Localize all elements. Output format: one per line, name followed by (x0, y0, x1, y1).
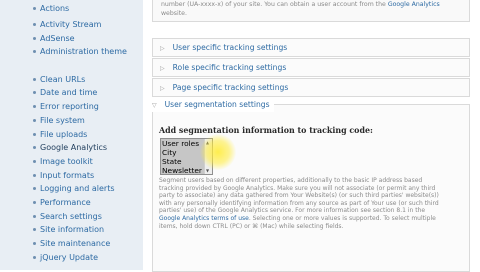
fieldset-legend: Page specific tracking settings (172, 83, 289, 92)
sidebar-item-site-maintenance[interactable]: Site maintenance (0, 237, 143, 251)
sidebar-item-input-formats[interactable]: Input formats (0, 169, 143, 183)
bullet-icon (33, 200, 36, 204)
sidebar-item-date-and-time[interactable]: Date and time (0, 86, 143, 100)
sidebar-item-file-uploads[interactable]: File uploads (0, 128, 143, 142)
bullet-icon (33, 255, 36, 259)
sidebar-item-label: Performance (40, 197, 91, 207)
sidebar-item-logging-and-alerts[interactable]: Logging and alerts (0, 182, 143, 196)
sidebar-item-label: Google Analytics (40, 143, 108, 153)
sidebar-item-label: Site information (40, 225, 105, 235)
google-analytics-link[interactable]: Google Analytics (388, 1, 440, 8)
sidebar-item-error-reporting[interactable]: Error reporting (0, 100, 143, 114)
segmentation-field-label: Add segmentation information to tracking… (159, 126, 373, 135)
admin-sidebar: Actions Activity Stream AdSense Administ… (0, 0, 143, 270)
bullet-icon (33, 242, 36, 246)
sidebar-item-label: File uploads (40, 129, 88, 139)
expanded-triangle-icon: ▽ (152, 102, 157, 109)
fieldset-legend: User specific tracking settings (172, 43, 288, 52)
collapsed-triangle-icon: ▷ (160, 65, 165, 72)
select-option-city[interactable]: City (161, 148, 205, 157)
sidebar-item-label: AdSense (40, 33, 75, 43)
sidebar-item-label: Error reporting (40, 102, 99, 112)
bullet-icon (33, 118, 36, 122)
sidebar-item-label: Actions (40, 4, 70, 13)
sidebar-item-actions[interactable]: Actions (0, 0, 143, 18)
bullet-icon (33, 91, 36, 95)
bullet-icon (33, 23, 36, 26)
sidebar-item-activity-stream[interactable]: Activity Stream (0, 18, 143, 32)
fieldset-user-specific-tracking[interactable]: ▷ User specific tracking settings (152, 38, 470, 57)
description-text: website. (161, 9, 187, 17)
collapsed-triangle-icon: ▷ (160, 85, 165, 92)
cursor-highlight (200, 134, 236, 170)
sidebar-item-label: File system (40, 115, 85, 125)
bullet-icon (33, 105, 36, 109)
fieldset-role-specific-tracking[interactable]: ▷ Role specific tracking settings (152, 58, 470, 77)
sidebar-item-label: Input formats (40, 170, 95, 180)
bullet-icon (33, 146, 36, 150)
sidebar-item-file-system[interactable]: File system (0, 114, 143, 128)
sidebar-item-label: jQuery Update (40, 252, 99, 262)
sidebar-item-google-analytics[interactable]: Google Analytics (0, 141, 143, 155)
account-number-description: number (UA-xxxx-x) of your site. You can… (152, 0, 470, 22)
bullet-icon (33, 7, 36, 10)
sidebar-item-label: Date and time (40, 88, 98, 98)
fieldset-page-specific-tracking[interactable]: ▷ Page specific tracking settings (152, 78, 470, 97)
bullet-icon (33, 132, 36, 136)
sidebar-item-search-settings[interactable]: Search settings (0, 210, 143, 224)
scroll-down-arrow-icon[interactable]: ▼ (206, 168, 209, 173)
sidebar-item-label: Image toolkit (40, 156, 93, 166)
bullet-icon (33, 159, 36, 163)
bullet-icon (33, 187, 36, 191)
segmentation-description: Segment users based on different propert… (159, 177, 439, 230)
sidebar-item-label: Clean URLs (40, 74, 86, 84)
bullet-icon (33, 214, 36, 218)
terms-of-use-link[interactable]: Google Analytics terms of use (159, 215, 249, 222)
sidebar-item-label: Site maintenance (40, 239, 111, 249)
collapsed-triangle-icon: ▷ (160, 45, 165, 52)
select-option-user-roles[interactable]: User roles (161, 139, 205, 148)
sidebar-item-clean-urls[interactable]: Clean URLs (0, 73, 143, 87)
description-text: number (UA-xxxx-x) of your site. You can… (161, 1, 386, 8)
bullet-icon (33, 228, 36, 232)
description-text: Segment users based on different propert… (159, 177, 439, 215)
select-option-newsletter[interactable]: Newsletter (161, 166, 205, 174)
bullet-icon (33, 50, 36, 54)
sidebar-item-site-information[interactable]: Site information (0, 223, 143, 237)
sidebar-item-performance[interactable]: Performance (0, 196, 143, 210)
sidebar-item-label: Activity Stream (40, 20, 102, 29)
fieldset-user-segmentation-legend[interactable]: ▽ User segmentation settings (147, 99, 274, 112)
fieldset-legend: Role specific tracking settings (172, 63, 287, 72)
sidebar-item-label: Logging and alerts (40, 184, 115, 194)
sidebar-item-label: Search settings (40, 211, 102, 221)
admin-menu-list: Actions Activity Stream AdSense Administ… (0, 0, 143, 264)
sidebar-item-jquery-update[interactable]: jQuery Update (0, 251, 143, 265)
sidebar-item-adsense[interactable]: AdSense (0, 32, 143, 46)
bullet-icon (33, 77, 36, 81)
select-option-state[interactable]: State (161, 157, 205, 166)
sidebar-item-label: Administration theme (40, 47, 127, 57)
sidebar-item-image-toolkit[interactable]: Image toolkit (0, 155, 143, 169)
bullet-icon (33, 36, 36, 40)
bullet-icon (33, 173, 36, 177)
fieldset-legend: User segmentation settings (164, 100, 270, 109)
sidebar-item-administration-theme[interactable]: Administration theme (0, 45, 143, 72)
